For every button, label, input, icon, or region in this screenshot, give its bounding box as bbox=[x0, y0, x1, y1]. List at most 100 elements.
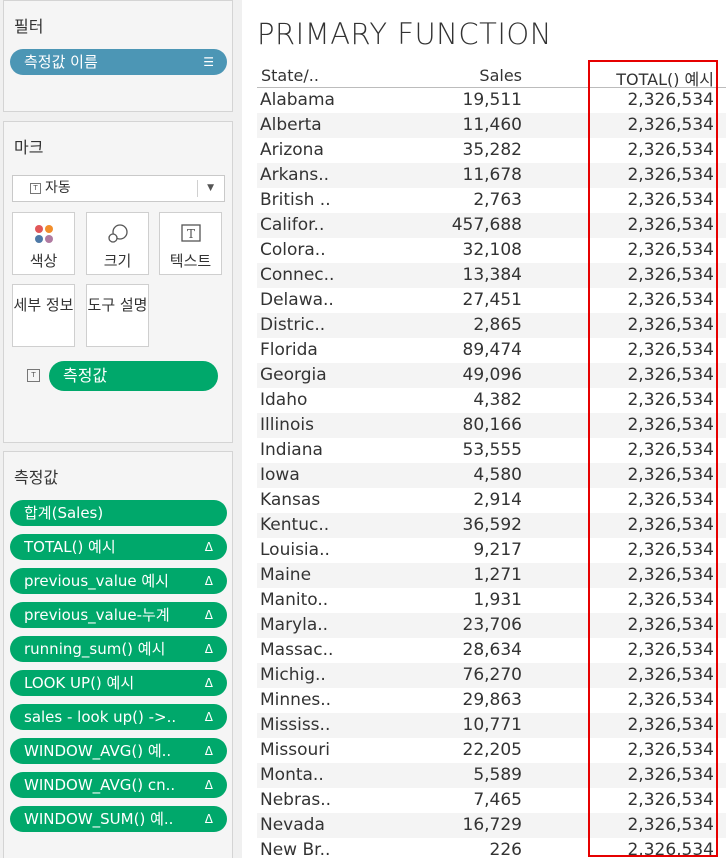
sales-cell: 5,589 bbox=[473, 765, 522, 785]
measure-pill[interactable]: previous_value 예시 Δ bbox=[10, 568, 227, 594]
measure-pill[interactable]: WINDOW_AVG() cn.. Δ bbox=[10, 772, 227, 798]
measure-pill[interactable]: running_sum() 예시 Δ bbox=[10, 636, 227, 662]
state-cell: Delawa.. bbox=[260, 290, 334, 310]
measure-pill[interactable]: LOOK UP() 예시 Δ bbox=[10, 670, 227, 696]
state-cell: Alberta bbox=[260, 115, 322, 135]
measure-pill[interactable]: sales - look up() ->.. Δ bbox=[10, 704, 227, 730]
measure-pill-label: running_sum() 예시 bbox=[24, 640, 166, 658]
state-cell: Illinois bbox=[260, 415, 314, 435]
sales-cell: 1,931 bbox=[473, 590, 522, 610]
size-label: 크기 bbox=[103, 252, 132, 270]
text-button[interactable]: T 텍스트 bbox=[159, 212, 222, 275]
filter-pill-measure-names[interactable]: 측정값 이름 ☰ bbox=[10, 49, 227, 75]
text-mark-icon: T bbox=[30, 183, 41, 194]
measure-pill-label: WINDOW_AVG() cn.. bbox=[24, 776, 176, 794]
highlight-box bbox=[588, 60, 718, 857]
sales-cell: 10,771 bbox=[462, 715, 522, 735]
state-cell: Colora.. bbox=[260, 240, 326, 260]
text-encoding-icon: T bbox=[27, 369, 40, 382]
detail-label: 세부 정보 bbox=[13, 296, 74, 314]
state-cell: Nebras.. bbox=[260, 790, 332, 810]
dropdown-divider bbox=[197, 180, 198, 197]
left-shelves: 필터 측정값 이름 ☰ 마크 T 자동 ▼ 색상 크기 T 텍스트 세부 정보 … bbox=[0, 0, 242, 858]
measure-pill-label: sales - look up() ->.. bbox=[24, 708, 177, 726]
column-header-sales[interactable]: Sales bbox=[479, 66, 522, 85]
state-cell: Alabama bbox=[260, 90, 335, 110]
measure-pill[interactable]: WINDOW_SUM() 예.. Δ bbox=[10, 806, 227, 832]
state-cell: Maryla.. bbox=[260, 615, 329, 635]
sales-cell: 2,865 bbox=[473, 315, 522, 335]
table-calc-delta-icon: Δ bbox=[204, 710, 213, 724]
state-cell: British .. bbox=[260, 190, 331, 210]
state-cell: Missouri bbox=[260, 740, 330, 760]
measure-pill[interactable]: 합계(Sales) bbox=[10, 500, 227, 526]
sales-cell: 76,270 bbox=[462, 665, 522, 685]
measure-pill-label: previous_value 예시 bbox=[24, 572, 169, 590]
state-cell: Monta.. bbox=[260, 765, 324, 785]
page-title: PRIMARY FUNCTION bbox=[257, 17, 552, 51]
sales-cell: 49,096 bbox=[462, 365, 522, 385]
text-label: 텍스트 bbox=[169, 252, 212, 270]
measure-pill-label: WINDOW_AVG() 예.. bbox=[24, 742, 172, 760]
column-header-state[interactable]: State/.. bbox=[261, 66, 319, 85]
sales-cell: 16,729 bbox=[462, 815, 522, 835]
filters-panel: 필터 측정값 이름 ☰ bbox=[3, 0, 233, 112]
measure-pill[interactable]: TOTAL() 예시 Δ bbox=[10, 534, 227, 560]
chevron-down-icon: ▼ bbox=[207, 183, 214, 193]
state-cell: Mississ.. bbox=[260, 715, 331, 735]
measure-pill[interactable]: previous_value-누계 Δ bbox=[10, 602, 227, 628]
table-calc-delta-icon: Δ bbox=[204, 608, 213, 622]
sales-cell: 80,166 bbox=[462, 415, 522, 435]
table-calc-delta-icon: Δ bbox=[204, 744, 213, 758]
sort-icon: ☰ bbox=[203, 55, 214, 69]
text-icon: T bbox=[160, 223, 221, 243]
sales-cell: 4,580 bbox=[473, 465, 522, 485]
filters-title: 필터 bbox=[14, 17, 44, 36]
svg-text:T: T bbox=[186, 227, 194, 241]
color-icon bbox=[13, 223, 74, 243]
sales-cell: 13,384 bbox=[462, 265, 522, 285]
sales-cell: 226 bbox=[489, 840, 522, 860]
sales-cell: 22,205 bbox=[462, 740, 522, 760]
state-cell: Califor.. bbox=[260, 215, 325, 235]
sales-cell: 23,706 bbox=[462, 615, 522, 635]
sales-cell: 11,460 bbox=[462, 115, 522, 135]
sales-cell: 4,382 bbox=[473, 390, 522, 410]
mark-type-value: 자동 bbox=[45, 180, 71, 196]
filter-pill-label: 측정값 이름 bbox=[24, 53, 98, 71]
measure-pill-label: WINDOW_SUM() 예.. bbox=[24, 810, 174, 828]
color-button[interactable]: 색상 bbox=[12, 212, 75, 275]
marks-panel: 마크 T 자동 ▼ 색상 크기 T 텍스트 세부 정보 도구 설명 T 측정값 bbox=[3, 121, 233, 443]
sales-cell: 27,451 bbox=[462, 290, 522, 310]
measure-pill-label: TOTAL() 예시 bbox=[24, 538, 116, 556]
sales-cell: 9,217 bbox=[473, 540, 522, 560]
detail-button[interactable]: 세부 정보 bbox=[12, 284, 75, 347]
state-cell: Nevada bbox=[260, 815, 325, 835]
state-cell: Connec.. bbox=[260, 265, 335, 285]
sales-cell: 11,678 bbox=[462, 165, 522, 185]
state-cell: Massac.. bbox=[260, 640, 334, 660]
state-cell: Arizona bbox=[260, 140, 324, 160]
measure-values-panel: 측정값 합계(Sales) TOTAL() 예시 Δprevious_value 예… bbox=[3, 451, 233, 858]
measure-pill[interactable]: WINDOW_AVG() 예.. Δ bbox=[10, 738, 227, 764]
marks-measure-values-pill[interactable]: 측정값 bbox=[49, 361, 218, 391]
sales-cell: 35,282 bbox=[462, 140, 522, 160]
sales-cell: 29,863 bbox=[462, 690, 522, 710]
size-button[interactable]: 크기 bbox=[86, 212, 149, 275]
size-icon bbox=[87, 223, 148, 243]
state-cell: Distric.. bbox=[260, 315, 326, 335]
marks-title: 마크 bbox=[14, 138, 44, 157]
state-cell: Kansas bbox=[260, 490, 321, 510]
mark-type-dropdown[interactable]: T 자동 ▼ bbox=[12, 175, 225, 202]
measure-pill-label: 합계(Sales) bbox=[24, 504, 104, 522]
sales-cell: 7,465 bbox=[473, 790, 522, 810]
state-cell: Arkans.. bbox=[260, 165, 330, 185]
table-calc-delta-icon: Δ bbox=[204, 540, 213, 554]
sales-cell: 457,688 bbox=[451, 215, 522, 235]
measure-values-title: 측정값 bbox=[14, 468, 59, 487]
sales-cell: 2,914 bbox=[473, 490, 522, 510]
tooltip-button[interactable]: 도구 설명 bbox=[86, 284, 149, 347]
sales-cell: 36,592 bbox=[462, 515, 522, 535]
state-cell: Minnes.. bbox=[260, 690, 332, 710]
state-cell: Kentuc.. bbox=[260, 515, 330, 535]
